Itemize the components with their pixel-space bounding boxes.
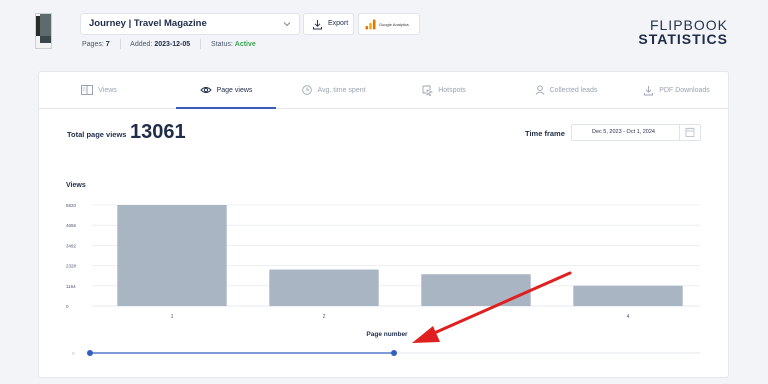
x-tick-label: 2 bbox=[323, 314, 326, 320]
annotation-arrow-head bbox=[412, 326, 440, 343]
page-views-bar-chart: Views 0 1164 2328 3492 4656 5820 1 2 4 Page number… bbox=[66, 182, 700, 356]
bar-page-3[interactable] bbox=[421, 274, 531, 306]
y-tick-label: 1164 bbox=[66, 284, 76, 289]
bar-page-4[interactable] bbox=[573, 285, 683, 306]
y-tick-label: 0 bbox=[66, 304, 69, 309]
slider-handle-start[interactable] bbox=[87, 350, 93, 356]
y-tick-label: 4656 bbox=[66, 223, 77, 228]
bar-page-2[interactable] bbox=[269, 269, 379, 306]
y-axis-label: Views bbox=[66, 182, 86, 189]
x-tick-label: 1 bbox=[171, 314, 174, 320]
slider-handle-end[interactable] bbox=[391, 350, 397, 356]
y-tick-label: 2328 bbox=[66, 264, 77, 269]
slider-min-label: 0 bbox=[72, 351, 75, 356]
x-tick-label: 4 bbox=[627, 314, 630, 320]
y-tick-label: 5820 bbox=[66, 203, 77, 208]
x-axis-label: Page number bbox=[366, 331, 408, 338]
bar-page-1[interactable] bbox=[117, 205, 227, 306]
y-tick-label: 3492 bbox=[66, 243, 77, 248]
